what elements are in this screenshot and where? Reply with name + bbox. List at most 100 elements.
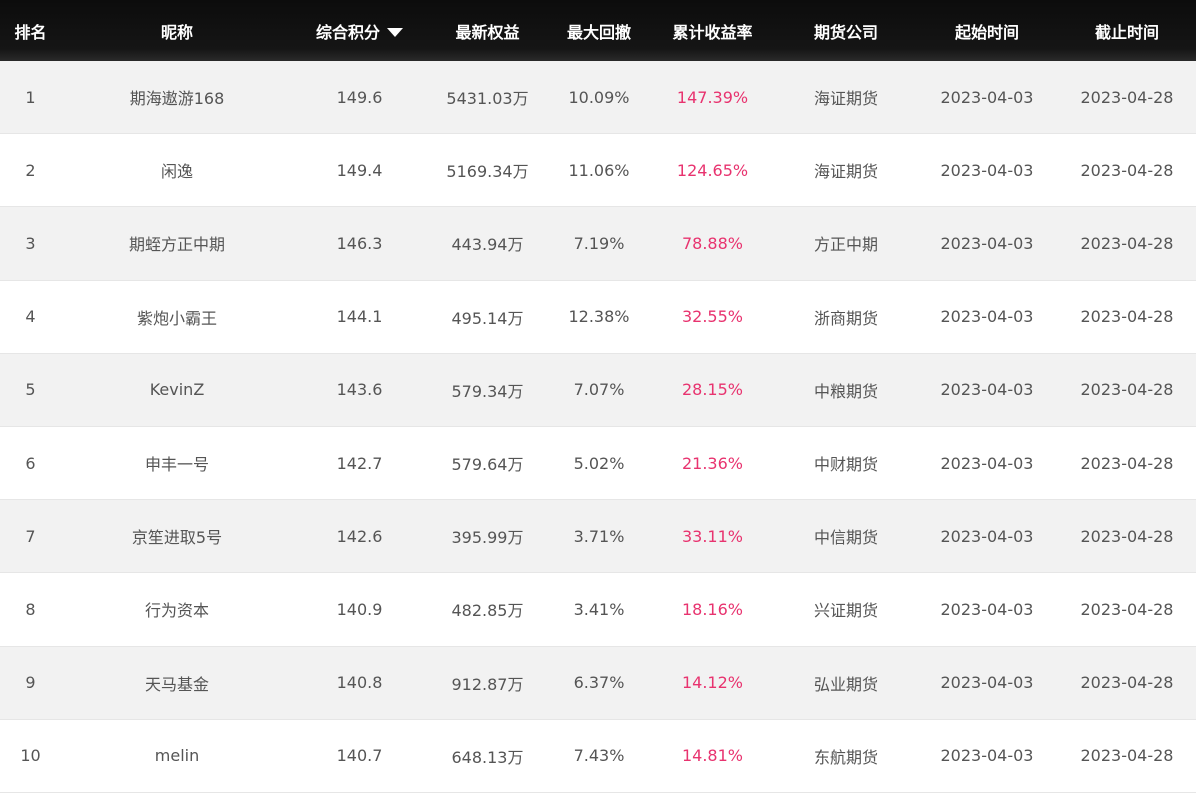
header-score[interactable]: 综合积分 (293, 19, 426, 43)
cell-rank: 2 (25, 160, 36, 180)
cell-return: 14.12% (681, 673, 743, 693)
table-row[interactable]: 6 申丰一号 142.7 579.64万 5.02% 21.36% 中财期货 2… (0, 426, 1196, 501)
cell-equity: 579.64万 (451, 455, 524, 475)
cell-start: 2023-04-03 (940, 673, 1034, 693)
header-rank[interactable]: 排名 (0, 19, 61, 43)
cell-return: 33.11% (681, 526, 743, 546)
header-drawdown[interactable]: 最大回撤 (549, 19, 649, 43)
cell-rank: 7 (25, 526, 36, 546)
table-row[interactable]: 3 期蛭方正中期 146.3 443.94万 7.19% 78.88% 方正中期… (0, 207, 1196, 281)
cell-start: 2023-04-03 (940, 160, 1034, 180)
header-return[interactable]: 累计收益率 (649, 19, 776, 43)
table-row[interactable]: 10 melin 140.7 648.13万 7.43% 14.81% 东航期货… (0, 719, 1196, 793)
table-row[interactable]: 9 天马基金 140.8 912.87万 6.37% 14.12% 弘业期货 2… (0, 646, 1196, 720)
cell-company: 东航期货 (813, 747, 878, 767)
cell-equity: 495.14万 (451, 308, 524, 328)
cell-start: 2023-04-03 (940, 746, 1034, 766)
cell-drawdown: 3.41% (573, 599, 625, 619)
cell-end: 2023-04-28 (1080, 599, 1174, 619)
cell-return: 14.81% (681, 746, 743, 766)
cell-drawdown: 5.02% (573, 453, 625, 473)
cell-rank: 5 (25, 380, 36, 400)
table-body: 1 期海遨游168 149.6 5431.03万 10.09% 147.39% … (0, 61, 1196, 793)
cell-drawdown: 12.38% (568, 307, 630, 327)
cell-return: 18.16% (681, 599, 743, 619)
cell-start: 2023-04-03 (940, 233, 1034, 253)
cell-drawdown: 7.43% (573, 746, 625, 766)
cell-end: 2023-04-28 (1080, 526, 1174, 546)
header-end[interactable]: 截止时间 (1058, 19, 1196, 43)
cell-score: 149.4 (336, 160, 383, 180)
cell-equity: 912.87万 (451, 674, 524, 694)
header-equity[interactable]: 最新权益 (426, 19, 549, 43)
cell-drawdown: 6.37% (573, 673, 625, 693)
cell-drawdown: 11.06% (568, 160, 630, 180)
cell-return: 28.15% (681, 380, 743, 400)
cell-drawdown: 10.09% (568, 87, 630, 107)
cell-start: 2023-04-03 (940, 599, 1034, 619)
header-start[interactable]: 起始时间 (916, 19, 1058, 43)
cell-equity: 482.85万 (451, 601, 524, 621)
cell-score: 146.3 (336, 233, 383, 253)
cell-equity: 443.94万 (451, 235, 524, 255)
cell-drawdown: 7.07% (573, 380, 625, 400)
cell-return: 78.88% (681, 233, 743, 253)
cell-nickname: 天马基金 (144, 674, 209, 694)
cell-start: 2023-04-03 (940, 380, 1034, 400)
cell-equity: 395.99万 (451, 528, 524, 548)
cell-return: 21.36% (681, 453, 743, 473)
cell-nickname: 闲逸 (160, 162, 193, 182)
cell-nickname: 行为资本 (144, 601, 209, 621)
cell-equity: 5169.34万 (446, 162, 529, 182)
cell-score: 140.9 (336, 599, 383, 619)
sort-down-icon[interactable] (387, 27, 403, 37)
cell-end: 2023-04-28 (1080, 453, 1174, 473)
cell-end: 2023-04-28 (1080, 307, 1174, 327)
cell-equity: 648.13万 (451, 747, 524, 767)
cell-end: 2023-04-28 (1080, 233, 1174, 253)
cell-return: 124.65% (676, 160, 749, 180)
cell-equity: 579.34万 (451, 381, 524, 401)
table-row[interactable]: 4 紫炮小霸王 144.1 495.14万 12.38% 32.55% 浙商期货… (0, 280, 1196, 354)
cell-score: 140.7 (336, 746, 383, 766)
cell-nickname: 期蛭方正中期 (128, 235, 225, 255)
table-row[interactable]: 1 期海遨游168 149.6 5431.03万 10.09% 147.39% … (0, 61, 1196, 135)
table-row[interactable]: 5 KevinZ 143.6 579.34万 7.07% 28.15% 中粮期货… (0, 353, 1196, 427)
cell-end: 2023-04-28 (1080, 87, 1174, 107)
header-score-label: 综合积分 (315, 22, 380, 42)
cell-rank: 6 (25, 453, 36, 473)
cell-end: 2023-04-28 (1080, 673, 1174, 693)
table-row[interactable]: 8 行为资本 140.9 482.85万 3.41% 18.16% 兴证期货 2… (0, 573, 1196, 647)
cell-end: 2023-04-28 (1080, 380, 1174, 400)
cell-start: 2023-04-03 (940, 453, 1034, 473)
cell-drawdown: 7.19% (573, 233, 625, 253)
cell-rank: 1 (25, 87, 36, 107)
cell-nickname: 申丰一号 (144, 455, 209, 475)
cell-equity: 5431.03万 (446, 89, 529, 109)
cell-end: 2023-04-28 (1080, 160, 1174, 180)
cell-rank: 10 (20, 746, 41, 766)
cell-company: 中财期货 (813, 455, 878, 475)
header-nickname[interactable]: 昵称 (61, 19, 293, 43)
cell-score: 142.7 (336, 453, 383, 473)
table-header: 排名 昵称 综合积分 最新权益 最大回撤 累计收益率 期货公司 起始时间 截止时… (0, 0, 1196, 65)
cell-company: 中粮期货 (813, 381, 878, 401)
table-row[interactable]: 7 京笙进取5号 142.6 395.99万 3.71% 33.11% 中信期货… (0, 500, 1196, 574)
cell-rank: 9 (25, 673, 36, 693)
cell-end: 2023-04-28 (1080, 746, 1174, 766)
cell-rank: 8 (25, 599, 36, 619)
cell-score: 143.6 (336, 380, 383, 400)
cell-company: 海证期货 (813, 89, 878, 109)
table-row[interactable]: 2 闲逸 149.4 5169.34万 11.06% 124.65% 海证期货 … (0, 134, 1196, 208)
cell-company: 弘业期货 (813, 674, 878, 694)
cell-nickname: melin (154, 746, 200, 766)
cell-nickname: 紫炮小霸王 (136, 308, 217, 328)
cell-rank: 3 (25, 233, 36, 253)
cell-drawdown: 3.71% (573, 526, 625, 546)
cell-company: 兴证期货 (813, 601, 878, 621)
cell-company: 浙商期货 (813, 308, 878, 328)
cell-return: 147.39% (676, 87, 749, 107)
cell-score: 144.1 (336, 307, 383, 327)
cell-company: 中信期货 (813, 528, 878, 548)
header-company[interactable]: 期货公司 (776, 19, 916, 43)
